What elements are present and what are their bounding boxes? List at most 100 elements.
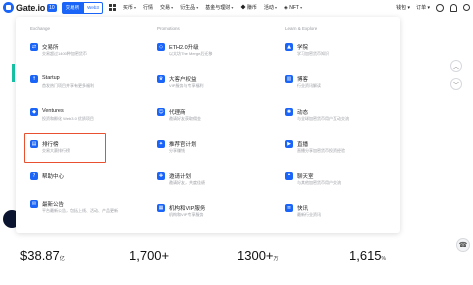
- stat-value: $38.87: [20, 248, 60, 263]
- nav-earn[interactable]: ◆ 赚币: [240, 4, 256, 11]
- menu-item-title: 代理商: [169, 110, 186, 116]
- highlight-box: [24, 133, 106, 163]
- apps-grid-icon[interactable]: [108, 4, 116, 11]
- nav-markets[interactable]: 行情: [143, 4, 153, 11]
- menu-item-moments[interactable]: ✺ 动态 与全球加密货币用户互动交流: [285, 107, 393, 133]
- agent-icon: ☺: [157, 108, 165, 116]
- ethereum-icon: ◇: [157, 43, 165, 51]
- menu-item-affiliate[interactable]: ☺ 代理商 邀请好友获取佣金: [157, 107, 265, 133]
- ventures-icon: ◆: [30, 108, 38, 116]
- menu-item-title: 交易所: [42, 45, 59, 51]
- menu-item-title: ETH2.0升级: [169, 45, 199, 51]
- chevron-down-icon: ▾: [230, 5, 234, 10]
- menu-item-subtitle: 以太坊The Merge后迁移: [169, 51, 213, 56]
- chevron-down-icon: ▾: [170, 5, 174, 10]
- wallet-menu[interactable]: 钱包 ▾: [396, 4, 410, 11]
- menu-item-invite[interactable]: ✚ 邀请计划 邀请好友，共度佳绩: [157, 171, 265, 197]
- user-avatar-icon[interactable]: [436, 3, 444, 12]
- rocket-icon: ↑: [30, 75, 38, 83]
- platform-switch: 交易所 Web3: [61, 1, 103, 14]
- menu-item-chatroom[interactable]: ❝ 聊天室 与其他加密货币用户交流: [285, 171, 393, 197]
- menu-item-institutional[interactable]: ▦ 机构和VIP服务 机构和VIP专享服务: [157, 203, 265, 229]
- menu-item-subtitle: 平台最新公告，包括上线、活动、产品更新: [42, 208, 118, 213]
- menu-item-flash-news[interactable]: ≡ 快讯 最新行业资讯: [285, 203, 393, 229]
- logo-text: Gate.io: [16, 2, 46, 13]
- menu-item-title: 帮助中心: [42, 174, 65, 180]
- menu-item-referral-program[interactable]: ✦ 推荐官计划 分享赚钱: [157, 139, 265, 165]
- column-heading-exchange: Exchange: [30, 26, 51, 31]
- nav-derivatives[interactable]: 衍生品 ▾: [180, 4, 198, 11]
- nav-right: 钱包 ▾ 订单 ▾: [390, 0, 470, 15]
- column-heading-promotions: Promotions: [157, 26, 180, 31]
- menu-item-vip-benefits[interactable]: ♛ 大客户权益 VIP服务与专享福利: [157, 74, 265, 100]
- menu-item-academy[interactable]: ▲ 学院 学习加密货币知识: [285, 42, 393, 68]
- stat-value: 1,700+: [129, 248, 170, 263]
- nav-earn-label: 赚币: [246, 5, 257, 11]
- crown-icon: ♛: [157, 75, 165, 83]
- chevron-down-icon: ▾: [298, 4, 303, 10]
- nav-trade-label: 交易: [160, 5, 171, 11]
- logo[interactable]: Gate.io 10: [3, 2, 57, 13]
- stat-users: 1300+万: [237, 248, 279, 263]
- menu-item-subtitle: 邀请好友获取佣金: [169, 116, 201, 121]
- menu-item-startup[interactable]: ↑ Startup 首发热门项目并享有更多福利: [30, 74, 138, 100]
- nav-activity[interactable]: 活动 ▾: [264, 4, 277, 11]
- menu-item-subtitle: 与其他加密货币用户交流: [297, 180, 341, 185]
- chevron-up-icon[interactable]: ︿: [450, 60, 462, 72]
- menu-item-blog[interactable]: ▥ 博客 行业资讯解读: [285, 74, 393, 100]
- menu-item-ventures[interactable]: ◆ Ventures 投资和孵化 Web3.0 优质项目: [30, 107, 138, 133]
- banner-accent: [12, 64, 15, 82]
- menu-item-title: 聊天室: [297, 174, 314, 180]
- nav-nft-label: NFT: [289, 4, 299, 11]
- web3-toggle[interactable]: Web3: [83, 1, 103, 14]
- nav-nft[interactable]: ◈ NFT ▾: [284, 5, 302, 11]
- support-chat-icon[interactable]: ☎: [456, 238, 470, 252]
- nav-finance-label: 基金与理财: [205, 5, 231, 11]
- menu-item-title: Startup: [42, 75, 60, 81]
- blog-icon: ▥: [285, 75, 293, 83]
- nav-derivatives-label: 衍生品: [180, 5, 196, 11]
- graduation-cap-icon: ▲: [285, 43, 293, 51]
- menu-item-subtitle: 最新行业资讯: [297, 212, 321, 217]
- menu-item-live[interactable]: ▶ 直播 直播分享加密货币投资经验: [285, 139, 393, 165]
- menu-item-title: 动态: [297, 110, 309, 116]
- chevron-down-icon: ▾: [132, 5, 136, 10]
- menu-item-subtitle: 机构和VIP专享服务: [169, 212, 204, 217]
- chevron-down-icon: ▾: [195, 5, 199, 10]
- menu-item-subtitle: 分享赚钱: [169, 148, 185, 153]
- menu-item-title: 大客户权益: [169, 77, 197, 83]
- chat-bubble-icon: ❝: [285, 172, 293, 180]
- nav-buy-crypto-label: 买币: [122, 5, 133, 11]
- nav-finance[interactable]: 基金与理财 ▾: [205, 4, 233, 11]
- menu-item-title: 直播: [297, 142, 309, 148]
- stat-unit: 亿: [59, 256, 65, 262]
- moments-icon: ✺: [285, 108, 293, 116]
- menu-item-exchange[interactable]: ⇄ 交易所 交易超过1400种加密货币: [30, 42, 138, 68]
- live-stream-icon: ▶: [285, 140, 293, 148]
- orders-menu[interactable]: 订单 ▾: [416, 4, 430, 11]
- stat-unit: %: [381, 256, 386, 262]
- column-heading-learn: Learn & Explore: [285, 26, 318, 31]
- chevron-down-icon: ▾: [273, 5, 277, 10]
- chevron-down-icon[interactable]: ﹀: [450, 78, 462, 90]
- menu-item-subtitle: 直播分享加密货币投资经验: [297, 148, 345, 153]
- wallet-label: 钱包: [396, 5, 407, 11]
- menu-item-title: 学院: [297, 45, 309, 51]
- menu-item-eth-upgrade[interactable]: ◇ ETH2.0升级 以太坊The Merge后迁移: [157, 42, 265, 68]
- nav-trade[interactable]: 交易 ▾: [160, 4, 173, 11]
- menu-item-title: 机构和VIP服务: [169, 206, 206, 212]
- anniversary-badge: 10: [47, 3, 57, 12]
- bell-icon[interactable]: [450, 3, 457, 12]
- stat-value: 1,615: [349, 248, 382, 263]
- exchange-toggle[interactable]: 交易所: [61, 1, 84, 14]
- orders-label: 订单: [416, 5, 427, 11]
- stat-coins: 1,700+: [129, 248, 169, 263]
- search-icon[interactable]: [463, 4, 470, 11]
- menu-item-subtitle: 学习加密货币知识: [297, 51, 329, 56]
- menu-item-announcements[interactable]: ✉ 最新公告 平台最新公告，包括上线、活动、产品更新: [30, 199, 138, 225]
- menu-item-subtitle: 交易超过1400种加密货币: [42, 51, 87, 56]
- top-nav: Gate.io 10 交易所 Web3 买币 ▾ 行情 交易 ▾ 衍生品 ▾ 基…: [0, 0, 473, 15]
- menu-item-help-center[interactable]: ? 帮助中心: [30, 171, 138, 197]
- nav-buy-crypto[interactable]: 买币 ▾: [123, 4, 136, 11]
- chevron-down-icon: ▾: [406, 5, 411, 11]
